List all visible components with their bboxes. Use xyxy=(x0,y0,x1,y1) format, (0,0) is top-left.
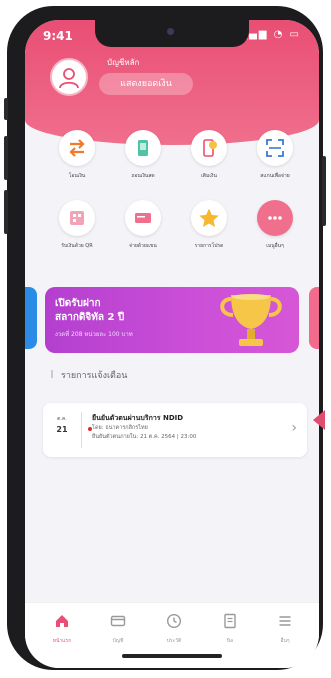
menu-label: จ่ายด้วยแขน xyxy=(129,243,157,249)
phone-frame: 9:41 ▂▄▆ ◔ ▭ บัญชีหลัก แสดงยอดเงิน โอนเง… xyxy=(4,6,326,670)
bill-pay-icon xyxy=(125,200,161,236)
power-button xyxy=(322,156,326,226)
notification-sender: โดย: ธนาคารกสิกรไทย xyxy=(92,425,148,431)
camera-icon xyxy=(167,28,174,35)
home-icon xyxy=(56,615,68,627)
tab-label: หน้าแรก xyxy=(52,638,72,644)
cash-withdraw-icon xyxy=(125,130,161,166)
menu-favorites[interactable]: รายการโปรด xyxy=(181,200,237,270)
menu-icon xyxy=(279,616,291,626)
menu-label: รายการโปรด xyxy=(194,243,224,249)
banner-line-1: เปิดรับฝาก xyxy=(55,298,101,309)
menu-label: เมนูอื่นๆ xyxy=(266,243,284,249)
tab-more[interactable]: อื่นๆ xyxy=(265,613,305,645)
clock-icon xyxy=(166,613,182,629)
more-icon xyxy=(257,200,293,236)
banner-line-2: สลากดิจิทัล 2 ปี xyxy=(55,312,125,323)
promo-banner[interactable]: เปิดรับฝาก สลากดิจิทัล 2 ปี งวดที่ 208 ห… xyxy=(45,287,299,353)
device-notch xyxy=(95,20,249,47)
chevron-right-icon: › xyxy=(291,420,297,436)
home-indicator[interactable] xyxy=(122,654,222,658)
section-marker xyxy=(51,370,53,378)
tab-home[interactable]: หน้าแรก xyxy=(42,613,82,645)
quick-menu: โอนเงิน ถอนเงินสด เติมเงิน สแกนเพื่อจ่าย xyxy=(39,114,305,264)
tab-history[interactable]: ประวัติ xyxy=(154,613,194,645)
notification-month: ต.ค. xyxy=(57,416,67,422)
notification-deadline: ยืนยันตัวตนภายใน: 21 ต.ค. 2564 | 23:00 xyxy=(92,434,197,440)
notification-title: ยืนยันตัวตนผ่านบริการ NDID xyxy=(92,414,184,422)
qr-receive-icon xyxy=(59,200,95,236)
menu-qr-receive[interactable]: รับเงินด้วย QR xyxy=(49,200,105,270)
notification-item[interactable]: ต.ค. 21 ยืนยันตัวตนผ่านบริการ NDID โดย: … xyxy=(43,403,307,457)
tab-label: อื่นๆ xyxy=(280,638,290,644)
menu-bill-pay[interactable]: จ่ายด้วยแขน xyxy=(115,200,171,270)
avatar[interactable] xyxy=(50,58,88,96)
menu-withdraw[interactable]: ถอนเงินสด xyxy=(115,130,171,200)
promo-carousel[interactable]: เปิดรับฝาก สลากดิจิทัล 2 ปี งวดที่ 208 ห… xyxy=(25,284,319,353)
topup-icon xyxy=(191,130,227,166)
menu-label: โอนเงิน xyxy=(68,173,86,179)
banner-line-3: งวดที่ 208 หน่วยละ 100 บาท xyxy=(55,331,133,338)
menu-transfer[interactable]: โอนเงิน xyxy=(49,130,105,200)
tab-bills[interactable]: บิล xyxy=(210,613,250,645)
menu-topup[interactable]: เติมเงิน xyxy=(181,130,237,200)
card-icon xyxy=(110,615,126,627)
scan-icon xyxy=(257,130,293,166)
menu-more[interactable]: เมนูอื่นๆ xyxy=(247,200,303,270)
status-time: 9:41 xyxy=(43,29,73,43)
tab-accounts[interactable]: บัญชี xyxy=(98,613,138,645)
menu-label: ถอนเงินสด xyxy=(131,173,155,179)
volume-up-button xyxy=(4,136,8,180)
notifications-title: รายการแจ้งเตือน xyxy=(61,371,128,381)
trophy-icon xyxy=(220,294,282,346)
volume-down-button xyxy=(4,190,8,234)
tab-label: บิล xyxy=(226,638,234,644)
star-icon xyxy=(191,200,227,236)
tab-label: บัญชี xyxy=(112,638,124,644)
carousel-prev-card[interactable] xyxy=(25,287,37,349)
menu-label: รับเงินด้วย QR xyxy=(61,243,93,249)
document-icon xyxy=(224,613,236,629)
notification-day: 21 xyxy=(56,425,68,434)
show-balance-button[interactable]: แสดงยอดเงิน xyxy=(99,73,193,95)
app-screen: 9:41 ▂▄▆ ◔ ▭ บัญชีหลัก แสดงยอดเงิน โอนเง… xyxy=(25,20,319,668)
menu-scan[interactable]: สแกนเพื่อจ่าย xyxy=(247,130,303,200)
pointer-arrow-icon xyxy=(313,410,325,430)
carousel-next-card[interactable] xyxy=(309,287,319,349)
user-icon xyxy=(59,68,79,89)
menu-label: สแกนเพื่อจ่าย xyxy=(260,173,290,179)
mute-switch xyxy=(4,98,8,120)
notification-date: ต.ค. 21 xyxy=(51,415,73,434)
divider xyxy=(81,412,82,448)
tab-bar: หน้าแรก บัญชี ประวัติ บิล อื่นๆ xyxy=(25,602,319,668)
transfer-icon xyxy=(59,130,95,166)
tab-label: ประวัติ xyxy=(166,638,182,644)
menu-label: เติมเงิน xyxy=(201,173,217,179)
account-label: บัญชีหลัก xyxy=(107,58,140,67)
